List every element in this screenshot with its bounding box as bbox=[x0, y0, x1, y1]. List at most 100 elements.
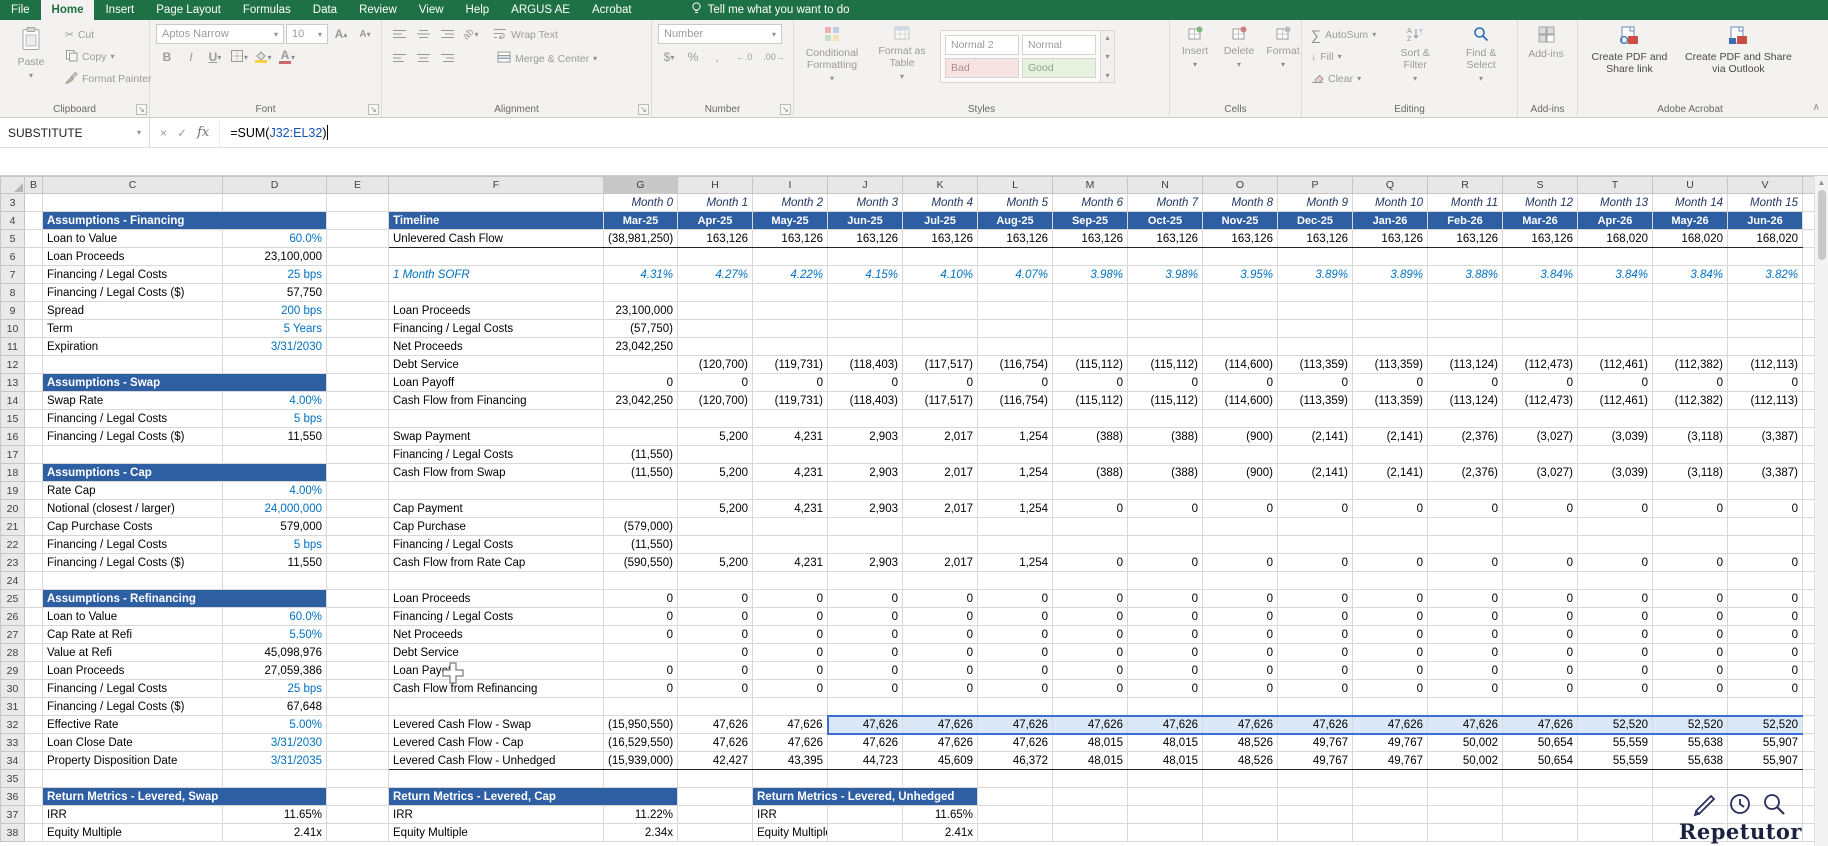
cell-O7[interactable]: 3.95% bbox=[1202, 265, 1278, 284]
cell-R5[interactable]: 163,126 bbox=[1427, 229, 1503, 248]
cell-B10[interactable] bbox=[24, 319, 43, 338]
cell-B3[interactable] bbox=[24, 193, 43, 212]
row-header-26[interactable]: 26 bbox=[0, 607, 25, 626]
cell-K33[interactable]: 47,626 bbox=[902, 733, 978, 752]
cell-F8[interactable] bbox=[388, 283, 604, 302]
cell-O38[interactable] bbox=[1202, 823, 1278, 842]
cell-F32[interactable]: Levered Cash Flow - Swap bbox=[388, 715, 604, 734]
row-header-20[interactable]: 20 bbox=[0, 499, 25, 518]
cell-K28[interactable]: 0 bbox=[902, 643, 978, 662]
paste-button[interactable]: Paste ▾ bbox=[6, 24, 56, 84]
cell-D28[interactable]: 45,098,976 bbox=[222, 643, 327, 662]
cell-H10[interactable] bbox=[677, 319, 753, 338]
cell-C13[interactable]: Assumptions - Swap bbox=[42, 373, 327, 392]
cell-T18[interactable]: (3,039) bbox=[1577, 463, 1653, 482]
cell-M24[interactable] bbox=[1052, 571, 1128, 590]
cell-N26[interactable]: 0 bbox=[1127, 607, 1203, 626]
cell-K13[interactable]: 0 bbox=[902, 373, 978, 392]
bold-button[interactable]: B bbox=[156, 47, 178, 67]
cell-T13[interactable]: 0 bbox=[1577, 373, 1653, 392]
cell-U32[interactable]: 52,520 bbox=[1652, 714, 1728, 735]
cell-Q31[interactable] bbox=[1352, 697, 1428, 716]
cell-O6[interactable] bbox=[1202, 247, 1278, 266]
underline-button[interactable]: U ▾ bbox=[204, 47, 226, 67]
cell-C26[interactable]: Loan to Value bbox=[42, 607, 223, 626]
cell-B13[interactable] bbox=[24, 373, 43, 392]
cell-D10[interactable]: 5 Years bbox=[222, 319, 327, 338]
cell-F9[interactable]: Loan Proceeds bbox=[388, 301, 604, 320]
cell-T26[interactable]: 0 bbox=[1577, 607, 1653, 626]
cell-L25[interactable]: 0 bbox=[977, 589, 1053, 608]
cell-T33[interactable]: 55,559 bbox=[1577, 733, 1653, 752]
cell-I14[interactable]: (119,731) bbox=[752, 391, 828, 410]
cell-L33[interactable]: 47,626 bbox=[977, 733, 1053, 752]
cell-B23[interactable] bbox=[24, 553, 43, 572]
cell-N11[interactable] bbox=[1127, 337, 1203, 356]
cell-J15[interactable] bbox=[827, 409, 903, 428]
format-as-table-button[interactable]: Format as Table ▾ bbox=[870, 24, 934, 85]
cell-N17[interactable] bbox=[1127, 445, 1203, 464]
align-bottom-button[interactable] bbox=[436, 25, 458, 45]
cell-N22[interactable] bbox=[1127, 535, 1203, 554]
cell-G19[interactable] bbox=[603, 481, 678, 500]
style-bad[interactable]: Bad bbox=[945, 58, 1019, 78]
cell-P11[interactable] bbox=[1277, 337, 1353, 356]
cell-U34[interactable]: 55,638 bbox=[1652, 751, 1728, 770]
cell-M3[interactable]: Month 6 bbox=[1052, 193, 1128, 212]
cell-U22[interactable] bbox=[1652, 535, 1728, 554]
cell-T5[interactable]: 168,020 bbox=[1577, 229, 1653, 248]
cell-M15[interactable] bbox=[1052, 409, 1128, 428]
cell-S7[interactable]: 3.84% bbox=[1502, 265, 1578, 284]
align-right-button[interactable] bbox=[436, 49, 458, 69]
cell-B15[interactable] bbox=[24, 409, 43, 428]
cell-O34[interactable]: 48,526 bbox=[1202, 751, 1278, 770]
cell-M14[interactable]: (115,112) bbox=[1052, 391, 1128, 410]
row-header-34[interactable]: 34 bbox=[0, 751, 25, 770]
cell-I3[interactable]: Month 2 bbox=[752, 193, 828, 212]
cell-V6[interactable] bbox=[1727, 247, 1803, 266]
cell-B17[interactable] bbox=[24, 445, 43, 464]
column-header-P[interactable]: P bbox=[1277, 176, 1353, 194]
cell-T8[interactable] bbox=[1577, 283, 1653, 302]
cell-L29[interactable]: 0 bbox=[977, 661, 1053, 680]
cell-O18[interactable]: (900) bbox=[1202, 463, 1278, 482]
cell-Q17[interactable] bbox=[1352, 445, 1428, 464]
cell-D12[interactable] bbox=[222, 355, 327, 374]
cell-K15[interactable] bbox=[902, 409, 978, 428]
cell-J9[interactable] bbox=[827, 301, 903, 320]
cell-T3[interactable]: Month 13 bbox=[1577, 193, 1653, 212]
cell-Q4[interactable]: Jan-26 bbox=[1352, 211, 1428, 230]
cell-G34[interactable]: (15,939,000) bbox=[603, 751, 678, 770]
cell-C29[interactable]: Loan Proceeds bbox=[42, 661, 223, 680]
cell-Q26[interactable]: 0 bbox=[1352, 607, 1428, 626]
cell-H13[interactable]: 0 bbox=[677, 373, 753, 392]
cell-C33[interactable]: Loan Close Date bbox=[42, 733, 223, 752]
cell-B18[interactable] bbox=[24, 463, 43, 482]
row-header-9[interactable]: 9 bbox=[0, 301, 25, 320]
cell-H7[interactable]: 4.27% bbox=[677, 265, 753, 284]
cell-Q12[interactable]: (113,359) bbox=[1352, 355, 1428, 374]
cell-C35[interactable] bbox=[42, 769, 223, 788]
cell-H26[interactable]: 0 bbox=[677, 607, 753, 626]
cell-S12[interactable]: (112,473) bbox=[1502, 355, 1578, 374]
cell-H30[interactable]: 0 bbox=[677, 679, 753, 698]
cell-F26[interactable]: Financing / Legal Costs bbox=[388, 607, 604, 626]
cell-Q19[interactable] bbox=[1352, 481, 1428, 500]
cell-D29[interactable]: 27,059,386 bbox=[222, 661, 327, 680]
cell-F13[interactable]: Loan Payoff bbox=[388, 373, 604, 392]
cell-D8[interactable]: 57,750 bbox=[222, 283, 327, 302]
cell-D24[interactable] bbox=[222, 571, 327, 590]
cell-J17[interactable] bbox=[827, 445, 903, 464]
cell-I23[interactable]: 4,231 bbox=[752, 553, 828, 572]
cell-I34[interactable]: 43,395 bbox=[752, 751, 828, 770]
cell-partial-7[interactable] bbox=[1802, 265, 1815, 284]
cell-partial-30[interactable] bbox=[1802, 679, 1815, 698]
cell-B21[interactable] bbox=[24, 517, 43, 536]
tab-insert[interactable]: Insert bbox=[94, 0, 145, 20]
cell-H3[interactable]: Month 1 bbox=[677, 193, 753, 212]
cell-B22[interactable] bbox=[24, 535, 43, 554]
cell-F19[interactable] bbox=[388, 481, 604, 500]
cell-R9[interactable] bbox=[1427, 301, 1503, 320]
cell-E22[interactable] bbox=[326, 535, 389, 554]
cell-H25[interactable]: 0 bbox=[677, 589, 753, 608]
